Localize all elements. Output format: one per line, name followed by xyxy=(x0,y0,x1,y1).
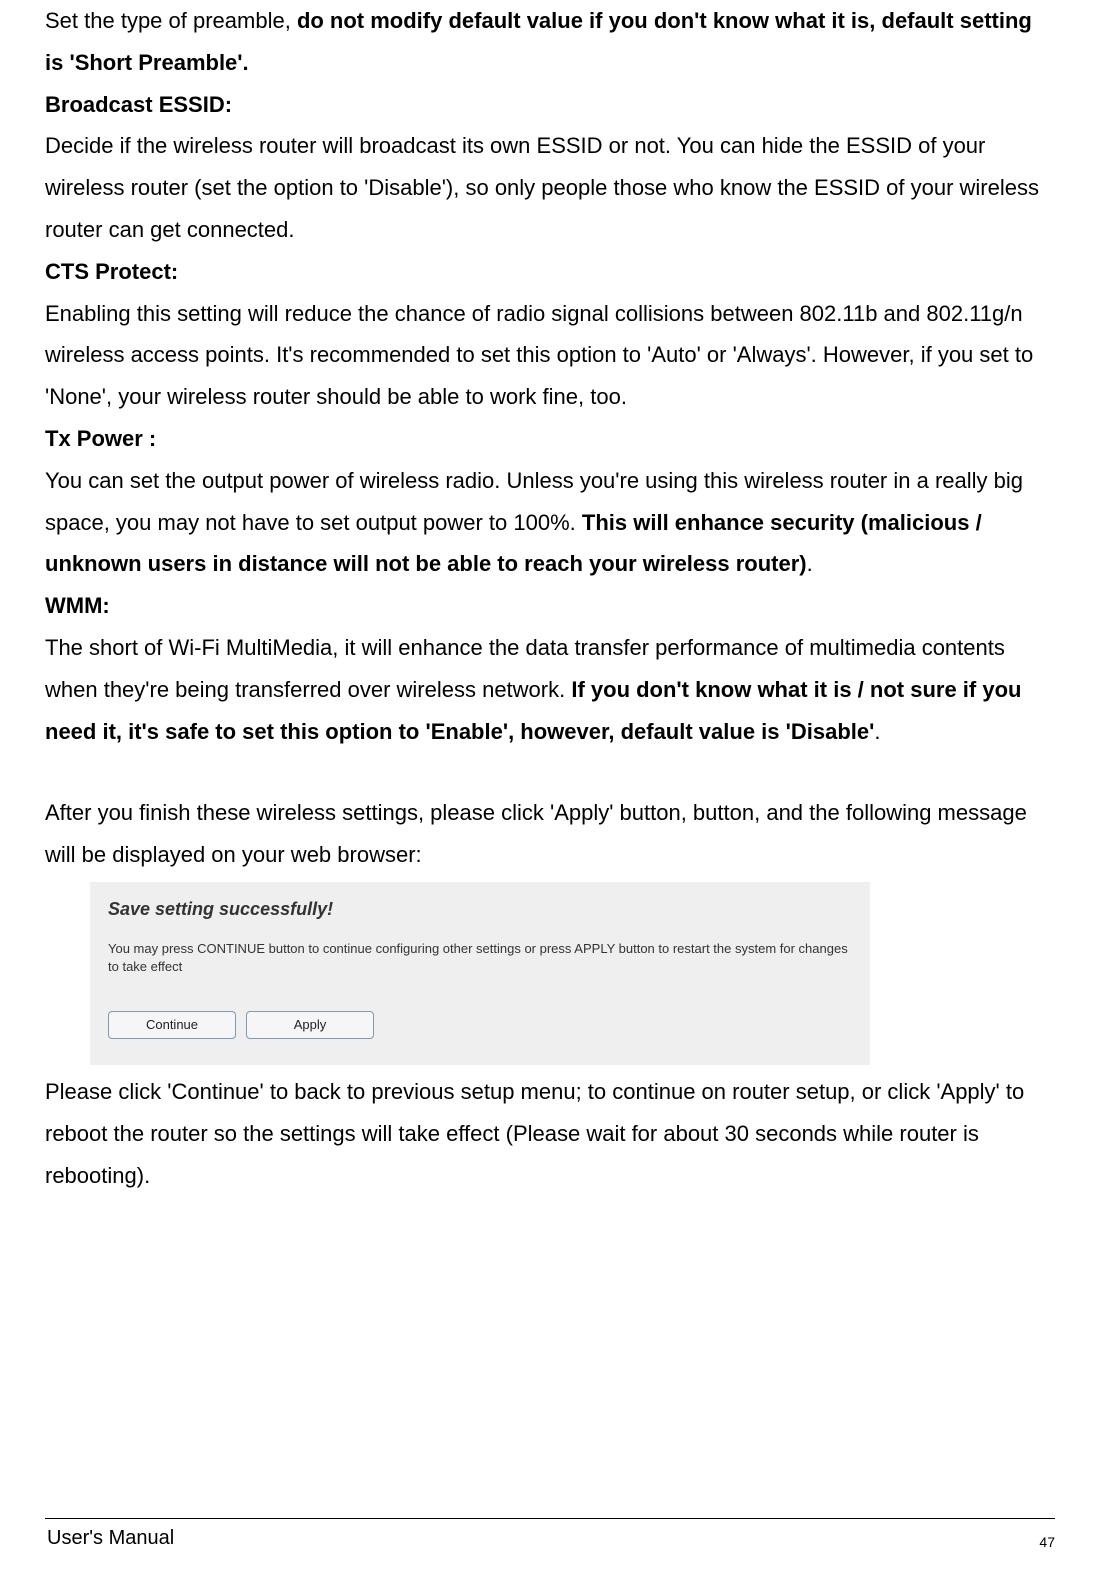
save-confirmation-screenshot: Save setting successfully! You may press… xyxy=(90,882,870,1065)
broadcast-heading: Broadcast ESSID: xyxy=(45,84,1055,126)
save-title: Save setting successfully! xyxy=(108,892,852,926)
save-desc: You may press CONTINUE button to continu… xyxy=(108,940,852,975)
wmm-body-end: . xyxy=(874,719,880,744)
closing-paragraph: Please click 'Continue' to back to previ… xyxy=(45,1071,1055,1196)
tx-heading: Tx Power : xyxy=(45,418,1055,460)
footer-page-number: 47 xyxy=(1039,1534,1055,1550)
preamble-intro: Set the type of preamble, xyxy=(45,8,297,33)
broadcast-body: Decide if the wireless router will broad… xyxy=(45,125,1055,250)
footer-manual-label: User's Manual xyxy=(45,1527,174,1550)
page-footer: User's Manual 47 xyxy=(45,1518,1055,1550)
tx-body: You can set the output power of wireless… xyxy=(45,460,1055,585)
cts-body: Enabling this setting will reduce the ch… xyxy=(45,293,1055,418)
tx-body-end: . xyxy=(807,551,813,576)
wmm-heading: WMM: xyxy=(45,585,1055,627)
after-finish-paragraph: After you finish these wireless settings… xyxy=(45,792,1055,876)
wmm-body: The short of Wi-Fi MultiMedia, it will e… xyxy=(45,627,1055,752)
continue-button[interactable]: Continue xyxy=(108,1011,236,1039)
preamble-paragraph: Set the type of preamble, do not modify … xyxy=(45,0,1055,84)
apply-button[interactable]: Apply xyxy=(246,1011,374,1039)
cts-heading: CTS Protect: xyxy=(45,251,1055,293)
